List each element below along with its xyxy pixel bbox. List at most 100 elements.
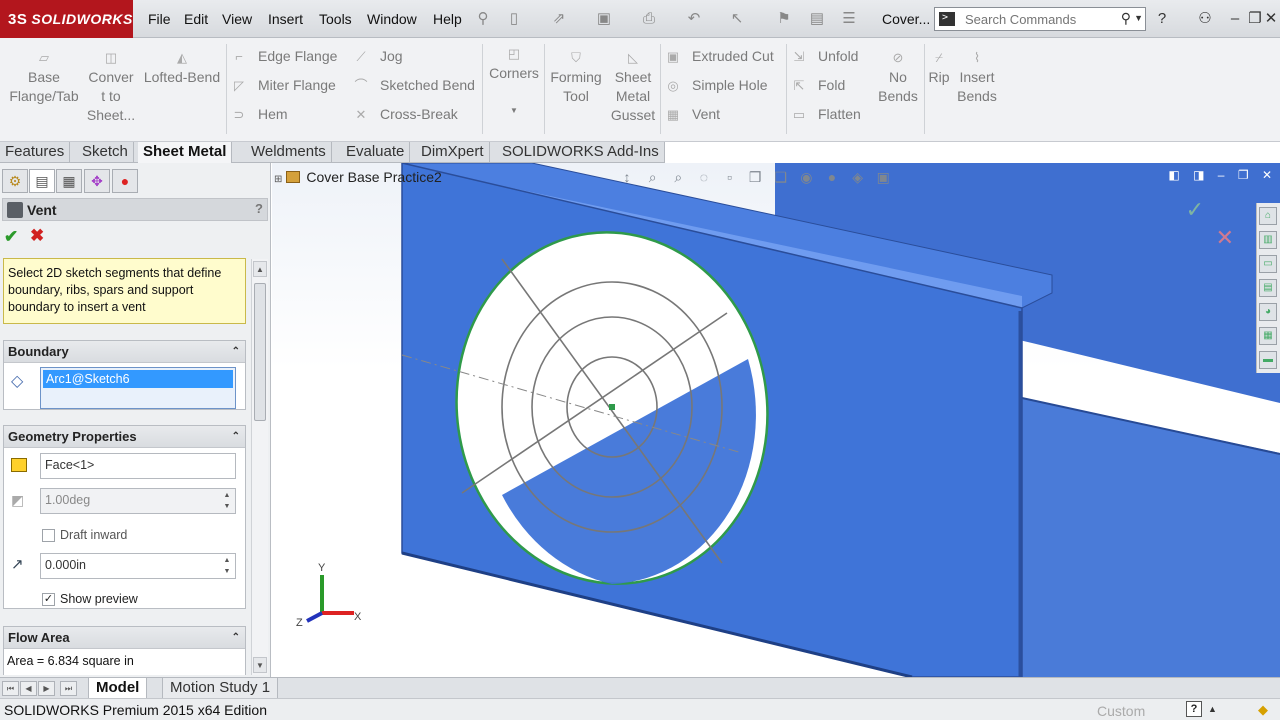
tab-sheet-metal[interactable]: Sheet Metal bbox=[138, 142, 233, 163]
tag-icon[interactable]: ◆ bbox=[1258, 702, 1268, 718]
draft-angle-field[interactable]: 1.00deg ▲ ▼ bbox=[40, 488, 236, 514]
file-explorer-icon[interactable]: ▭ bbox=[1259, 255, 1277, 273]
insert-bends-button[interactable]: ⌇ Insert Bends bbox=[954, 50, 1000, 106]
undo-icon[interactable]: ↶ bbox=[685, 10, 703, 28]
unit-system-selector[interactable]: Custom bbox=[1097, 703, 1145, 719]
tab-model[interactable]: Model bbox=[88, 678, 148, 699]
boundary-selection-box[interactable]: Arc1@Sketch6 bbox=[40, 367, 236, 409]
new-document-icon[interactable]: ▯ bbox=[505, 10, 523, 28]
custom-properties-icon[interactable]: ▦ bbox=[1259, 327, 1277, 345]
fillet-radius-spinner[interactable]: ▲ ▼ bbox=[220, 555, 234, 577]
feature-tree-root[interactable]: ⊞ Cover Base Practice2 bbox=[274, 169, 442, 185]
appearance-icon[interactable]: ● bbox=[823, 168, 841, 186]
geometry-properties-header[interactable]: Geometry Properties ⌃ bbox=[4, 426, 245, 448]
model-view[interactable]: Y X Z bbox=[272, 163, 1280, 677]
confirmation-cancel-icon[interactable]: ✕ bbox=[1216, 225, 1234, 251]
tab-solidworks-add-ins[interactable]: SOLIDWORKS Add-Ins bbox=[497, 142, 665, 163]
edge-flange-button[interactable]: ⌐ Edge Flange bbox=[230, 46, 337, 66]
vent-button[interactable]: ▦ Vent bbox=[664, 104, 720, 124]
extruded-cut-button[interactable]: ▣ Extruded Cut bbox=[664, 46, 774, 66]
next-tab-icon[interactable]: ▶ bbox=[38, 681, 55, 696]
simple-hole-button[interactable]: ◎ Simple Hole bbox=[664, 75, 767, 95]
tab-weldments[interactable]: Weldments bbox=[246, 142, 332, 163]
pin-icon[interactable]: ⚲ bbox=[474, 10, 492, 28]
design-library-icon[interactable]: ▥ bbox=[1259, 231, 1277, 249]
boundary-selection-item[interactable]: Arc1@Sketch6 bbox=[43, 370, 233, 388]
chevron-up-icon[interactable]: ▲ bbox=[1208, 704, 1217, 714]
view-settings-icon[interactable]: ▣ bbox=[874, 168, 892, 186]
scene-icon[interactable]: ◈ bbox=[849, 168, 867, 186]
sketched-bend-button[interactable]: ⌒ Sketched Bend bbox=[352, 75, 474, 95]
hem-button[interactable]: ⊃ Hem bbox=[230, 104, 288, 124]
menu-insert[interactable]: Insert bbox=[268, 11, 303, 27]
rip-button[interactable]: ⌿ Rip bbox=[926, 50, 952, 87]
cancel-button[interactable]: ✖ bbox=[30, 226, 44, 246]
tab-dimxpert[interactable]: DimXpert bbox=[416, 142, 490, 163]
display-style-icon[interactable]: ❑ bbox=[772, 168, 790, 186]
restore-icon[interactable]: ❐ bbox=[1238, 168, 1249, 182]
lofted-bend-button[interactable]: ◭ Lofted-Bend bbox=[140, 50, 224, 87]
unfold-button[interactable]: ⇲ Unfold bbox=[790, 46, 859, 66]
first-tab-icon[interactable]: ⏮ bbox=[2, 681, 19, 696]
help-icon[interactable]: ? bbox=[1153, 10, 1171, 28]
feature-manager-tab-icon[interactable]: ⚙ bbox=[2, 169, 28, 193]
zoom-area-icon[interactable]: ⌕ bbox=[669, 168, 687, 186]
menu-view[interactable]: View bbox=[222, 11, 252, 27]
search-commands-box[interactable]: ⚲ ▼ bbox=[934, 7, 1146, 31]
graphics-area[interactable]: Y X Z ⊞ Cover Base Practice2 ↕ ⌕ ⌕ ◌ ▫ ❒ … bbox=[272, 163, 1280, 677]
configuration-manager-tab-icon[interactable]: ▦ bbox=[56, 169, 82, 193]
tab-motion-study-1[interactable]: Motion Study 1 bbox=[162, 678, 279, 699]
collapse-icon[interactable]: ⌃ bbox=[232, 426, 240, 448]
display-manager-tab-icon[interactable]: ● bbox=[112, 169, 138, 193]
user-icon[interactable]: ⚇ bbox=[1196, 10, 1214, 28]
dimxpert-manager-tab-icon[interactable]: ✥ bbox=[84, 169, 110, 193]
scrollbar-thumb[interactable] bbox=[254, 283, 266, 421]
collapse-icon[interactable]: ⌃ bbox=[232, 341, 240, 363]
sheet-metal-gusset-button[interactable]: ◺ Sheet Metal Gusset bbox=[608, 50, 658, 125]
menu-help[interactable]: Help bbox=[433, 11, 462, 27]
tile-left-icon[interactable]: ◧ bbox=[1168, 168, 1179, 182]
chevron-down-icon[interactable]: ▼ bbox=[1134, 13, 1143, 23]
print-icon[interactable]: ⎙ bbox=[640, 10, 658, 28]
convert-to-sheet-metal-button[interactable]: ◫ Conver t to Sheet... bbox=[84, 50, 138, 125]
property-manager-scrollbar[interactable]: ▲ ▼ bbox=[251, 259, 268, 675]
fold-button[interactable]: ⇱ Fold bbox=[790, 75, 846, 95]
scroll-up-icon[interactable]: ▲ bbox=[253, 261, 267, 277]
search-icon[interactable]: ⚲ bbox=[1121, 10, 1131, 27]
flatten-button[interactable]: ▭ Flatten bbox=[790, 104, 861, 124]
view-orientation-icon[interactable]: ↕ bbox=[618, 168, 636, 186]
property-manager-tab-icon[interactable]: ▤ bbox=[29, 169, 55, 193]
close-icon[interactable]: ✕ bbox=[1262, 168, 1272, 182]
appearances-icon[interactable]: ◕ bbox=[1259, 303, 1277, 321]
search-input[interactable] bbox=[965, 12, 1115, 27]
close-icon[interactable]: ✕ bbox=[1262, 10, 1280, 28]
tab-features[interactable]: Features bbox=[0, 142, 71, 163]
open-document-icon[interactable]: ⇗ bbox=[550, 10, 568, 28]
home-icon[interactable]: ⌂ bbox=[1259, 207, 1277, 225]
view-palette-icon[interactable]: ▤ bbox=[1259, 279, 1277, 297]
base-flange-button[interactable]: ▱ Base Flange/Tab bbox=[8, 50, 80, 106]
flow-area-header[interactable]: Flow Area ⌃ bbox=[4, 627, 245, 649]
view-cube-icon[interactable]: ❒ bbox=[746, 168, 764, 186]
tile-right-icon[interactable]: ◨ bbox=[1193, 168, 1204, 182]
miter-flange-button[interactable]: ◸ Miter Flange bbox=[230, 75, 336, 95]
collapse-icon[interactable]: ⌃ bbox=[232, 627, 240, 649]
boundary-group-header[interactable]: Boundary ⌃ bbox=[4, 341, 245, 363]
last-tab-icon[interactable]: ⏭ bbox=[60, 681, 77, 696]
corners-button[interactable]: ◰ Corners ▼ bbox=[486, 46, 542, 120]
draft-angle-spinner[interactable]: ▲ ▼ bbox=[220, 490, 234, 512]
draft-inward-checkbox[interactable] bbox=[42, 529, 55, 542]
select-icon[interactable]: ↖ bbox=[728, 10, 746, 28]
tab-sketch[interactable]: Sketch bbox=[77, 142, 134, 163]
expand-icon[interactable]: ⊞ bbox=[274, 174, 282, 185]
solidworks-logo[interactable]: 3S SOLIDWORKS bbox=[0, 0, 133, 38]
face-selection-field[interactable]: Face<1> bbox=[40, 453, 236, 479]
tab-evaluate[interactable]: Evaluate bbox=[341, 142, 411, 163]
show-preview-checkbox[interactable]: ✓ bbox=[42, 593, 55, 606]
no-bends-button[interactable]: ⊘ No Bends bbox=[874, 50, 922, 106]
fillet-radius-field[interactable]: 0.000in ▲ ▼ bbox=[40, 553, 236, 579]
ok-button[interactable]: ✔ bbox=[4, 227, 18, 247]
hide-show-icon[interactable]: ◉ bbox=[797, 168, 815, 186]
menu-file[interactable]: File bbox=[148, 11, 171, 27]
previous-view-icon[interactable]: ◌ bbox=[695, 168, 713, 186]
